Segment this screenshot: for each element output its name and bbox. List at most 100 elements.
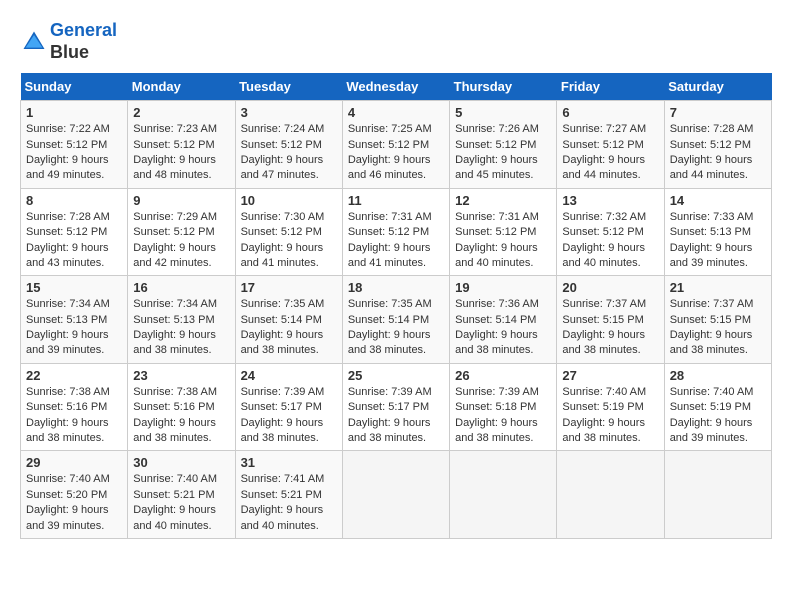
header-tuesday: Tuesday [235, 73, 342, 101]
calendar-cell: 19 Sunrise: 7:36 AM Sunset: 5:14 PM Dayl… [450, 276, 557, 364]
day-number: 23 [133, 368, 229, 383]
day-info: Sunrise: 7:41 AM Sunset: 5:21 PM Dayligh… [241, 472, 337, 534]
calendar-week-row: 15 Sunrise: 7:34 AM Sunset: 5:13 PM Dayl… [21, 276, 772, 364]
calendar-cell: 6 Sunrise: 7:27 AM Sunset: 5:12 PM Dayli… [557, 101, 664, 189]
calendar-cell: 12 Sunrise: 7:31 AM Sunset: 5:12 PM Dayl… [450, 188, 557, 276]
day-info: Sunrise: 7:38 AM Sunset: 5:16 PM Dayligh… [26, 385, 122, 447]
calendar-cell: 4 Sunrise: 7:25 AM Sunset: 5:12 PM Dayli… [342, 101, 449, 189]
day-info: Sunrise: 7:39 AM Sunset: 5:17 PM Dayligh… [348, 385, 444, 447]
calendar-cell: 10 Sunrise: 7:30 AM Sunset: 5:12 PM Dayl… [235, 188, 342, 276]
day-info: Sunrise: 7:37 AM Sunset: 5:15 PM Dayligh… [670, 297, 766, 359]
calendar-cell: 20 Sunrise: 7:37 AM Sunset: 5:15 PM Dayl… [557, 276, 664, 364]
day-info: Sunrise: 7:37 AM Sunset: 5:15 PM Dayligh… [562, 297, 658, 359]
day-info: Sunrise: 7:31 AM Sunset: 5:12 PM Dayligh… [348, 210, 444, 272]
day-number: 29 [26, 455, 122, 470]
day-info: Sunrise: 7:40 AM Sunset: 5:19 PM Dayligh… [670, 385, 766, 447]
calendar-cell: 14 Sunrise: 7:33 AM Sunset: 5:13 PM Dayl… [664, 188, 771, 276]
day-info: Sunrise: 7:40 AM Sunset: 5:21 PM Dayligh… [133, 472, 229, 534]
day-info: Sunrise: 7:39 AM Sunset: 5:17 PM Dayligh… [241, 385, 337, 447]
calendar-cell: 24 Sunrise: 7:39 AM Sunset: 5:17 PM Dayl… [235, 363, 342, 451]
page-header: GeneralBlue [20, 20, 772, 63]
calendar-cell: 8 Sunrise: 7:28 AM Sunset: 5:12 PM Dayli… [21, 188, 128, 276]
calendar-cell: 9 Sunrise: 7:29 AM Sunset: 5:12 PM Dayli… [128, 188, 235, 276]
day-number: 24 [241, 368, 337, 383]
day-number: 21 [670, 280, 766, 295]
calendar-cell: 23 Sunrise: 7:38 AM Sunset: 5:16 PM Dayl… [128, 363, 235, 451]
day-number: 27 [562, 368, 658, 383]
day-number: 11 [348, 193, 444, 208]
day-number: 6 [562, 105, 658, 120]
day-info: Sunrise: 7:30 AM Sunset: 5:12 PM Dayligh… [241, 210, 337, 272]
header-monday: Monday [128, 73, 235, 101]
calendar-cell: 22 Sunrise: 7:38 AM Sunset: 5:16 PM Dayl… [21, 363, 128, 451]
calendar-cell [342, 451, 449, 539]
calendar-cell: 16 Sunrise: 7:34 AM Sunset: 5:13 PM Dayl… [128, 276, 235, 364]
logo-text: GeneralBlue [50, 20, 117, 63]
day-info: Sunrise: 7:28 AM Sunset: 5:12 PM Dayligh… [670, 122, 766, 184]
calendar-cell: 25 Sunrise: 7:39 AM Sunset: 5:17 PM Dayl… [342, 363, 449, 451]
day-info: Sunrise: 7:35 AM Sunset: 5:14 PM Dayligh… [348, 297, 444, 359]
day-number: 2 [133, 105, 229, 120]
calendar-body: 1 Sunrise: 7:22 AM Sunset: 5:12 PM Dayli… [21, 101, 772, 539]
calendar-cell: 15 Sunrise: 7:34 AM Sunset: 5:13 PM Dayl… [21, 276, 128, 364]
day-info: Sunrise: 7:32 AM Sunset: 5:12 PM Dayligh… [562, 210, 658, 272]
day-info: Sunrise: 7:34 AM Sunset: 5:13 PM Dayligh… [26, 297, 122, 359]
day-number: 16 [133, 280, 229, 295]
calendar-cell: 28 Sunrise: 7:40 AM Sunset: 5:19 PM Dayl… [664, 363, 771, 451]
day-number: 10 [241, 193, 337, 208]
day-info: Sunrise: 7:40 AM Sunset: 5:20 PM Dayligh… [26, 472, 122, 534]
day-number: 25 [348, 368, 444, 383]
calendar-cell: 29 Sunrise: 7:40 AM Sunset: 5:20 PM Dayl… [21, 451, 128, 539]
day-info: Sunrise: 7:33 AM Sunset: 5:13 PM Dayligh… [670, 210, 766, 272]
day-number: 12 [455, 193, 551, 208]
day-number: 1 [26, 105, 122, 120]
calendar-cell: 30 Sunrise: 7:40 AM Sunset: 5:21 PM Dayl… [128, 451, 235, 539]
calendar-cell [557, 451, 664, 539]
day-info: Sunrise: 7:36 AM Sunset: 5:14 PM Dayligh… [455, 297, 551, 359]
calendar-cell: 21 Sunrise: 7:37 AM Sunset: 5:15 PM Dayl… [664, 276, 771, 364]
day-info: Sunrise: 7:29 AM Sunset: 5:12 PM Dayligh… [133, 210, 229, 272]
day-info: Sunrise: 7:34 AM Sunset: 5:13 PM Dayligh… [133, 297, 229, 359]
calendar-cell: 3 Sunrise: 7:24 AM Sunset: 5:12 PM Dayli… [235, 101, 342, 189]
weekday-header-row: Sunday Monday Tuesday Wednesday Thursday… [21, 73, 772, 101]
calendar-cell [450, 451, 557, 539]
day-info: Sunrise: 7:35 AM Sunset: 5:14 PM Dayligh… [241, 297, 337, 359]
header-sunday: Sunday [21, 73, 128, 101]
calendar-table: Sunday Monday Tuesday Wednesday Thursday… [20, 73, 772, 539]
header-wednesday: Wednesday [342, 73, 449, 101]
day-number: 18 [348, 280, 444, 295]
day-number: 22 [26, 368, 122, 383]
day-number: 8 [26, 193, 122, 208]
day-info: Sunrise: 7:27 AM Sunset: 5:12 PM Dayligh… [562, 122, 658, 184]
calendar-week-row: 1 Sunrise: 7:22 AM Sunset: 5:12 PM Dayli… [21, 101, 772, 189]
logo: GeneralBlue [20, 20, 117, 63]
day-number: 14 [670, 193, 766, 208]
day-number: 7 [670, 105, 766, 120]
calendar-cell [664, 451, 771, 539]
day-number: 3 [241, 105, 337, 120]
day-info: Sunrise: 7:28 AM Sunset: 5:12 PM Dayligh… [26, 210, 122, 272]
day-info: Sunrise: 7:40 AM Sunset: 5:19 PM Dayligh… [562, 385, 658, 447]
day-number: 31 [241, 455, 337, 470]
calendar-cell: 31 Sunrise: 7:41 AM Sunset: 5:21 PM Dayl… [235, 451, 342, 539]
calendar-cell: 7 Sunrise: 7:28 AM Sunset: 5:12 PM Dayli… [664, 101, 771, 189]
day-number: 4 [348, 105, 444, 120]
day-number: 19 [455, 280, 551, 295]
day-info: Sunrise: 7:39 AM Sunset: 5:18 PM Dayligh… [455, 385, 551, 447]
day-number: 5 [455, 105, 551, 120]
calendar-week-row: 22 Sunrise: 7:38 AM Sunset: 5:16 PM Dayl… [21, 363, 772, 451]
calendar-cell: 27 Sunrise: 7:40 AM Sunset: 5:19 PM Dayl… [557, 363, 664, 451]
day-info: Sunrise: 7:25 AM Sunset: 5:12 PM Dayligh… [348, 122, 444, 184]
day-number: 13 [562, 193, 658, 208]
header-saturday: Saturday [664, 73, 771, 101]
day-info: Sunrise: 7:24 AM Sunset: 5:12 PM Dayligh… [241, 122, 337, 184]
calendar-week-row: 29 Sunrise: 7:40 AM Sunset: 5:20 PM Dayl… [21, 451, 772, 539]
day-number: 20 [562, 280, 658, 295]
calendar-cell: 5 Sunrise: 7:26 AM Sunset: 5:12 PM Dayli… [450, 101, 557, 189]
day-number: 9 [133, 193, 229, 208]
day-number: 26 [455, 368, 551, 383]
day-info: Sunrise: 7:31 AM Sunset: 5:12 PM Dayligh… [455, 210, 551, 272]
calendar-cell: 18 Sunrise: 7:35 AM Sunset: 5:14 PM Dayl… [342, 276, 449, 364]
day-number: 28 [670, 368, 766, 383]
logo-icon [20, 28, 48, 56]
